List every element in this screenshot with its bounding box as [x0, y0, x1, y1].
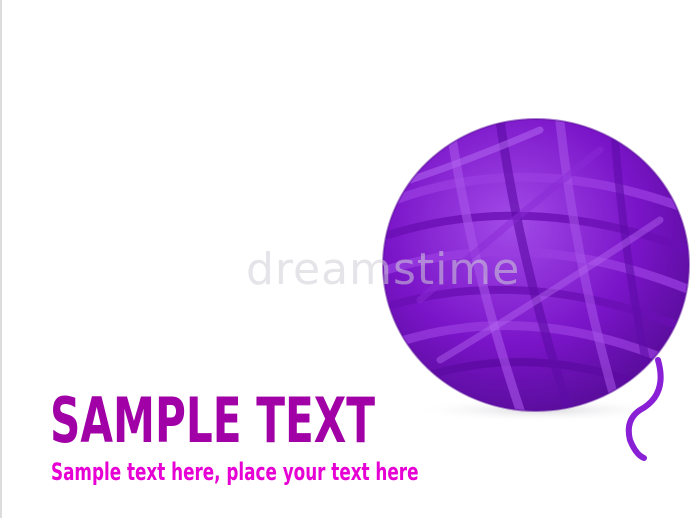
watermark: dreamstime: [246, 244, 521, 295]
image-canvas: dreamstime SAMPLE TEXT Sample text here,…: [0, 0, 690, 518]
subline: Sample text here, place your text here: [51, 458, 419, 486]
headline: SAMPLE TEXT: [50, 384, 376, 457]
